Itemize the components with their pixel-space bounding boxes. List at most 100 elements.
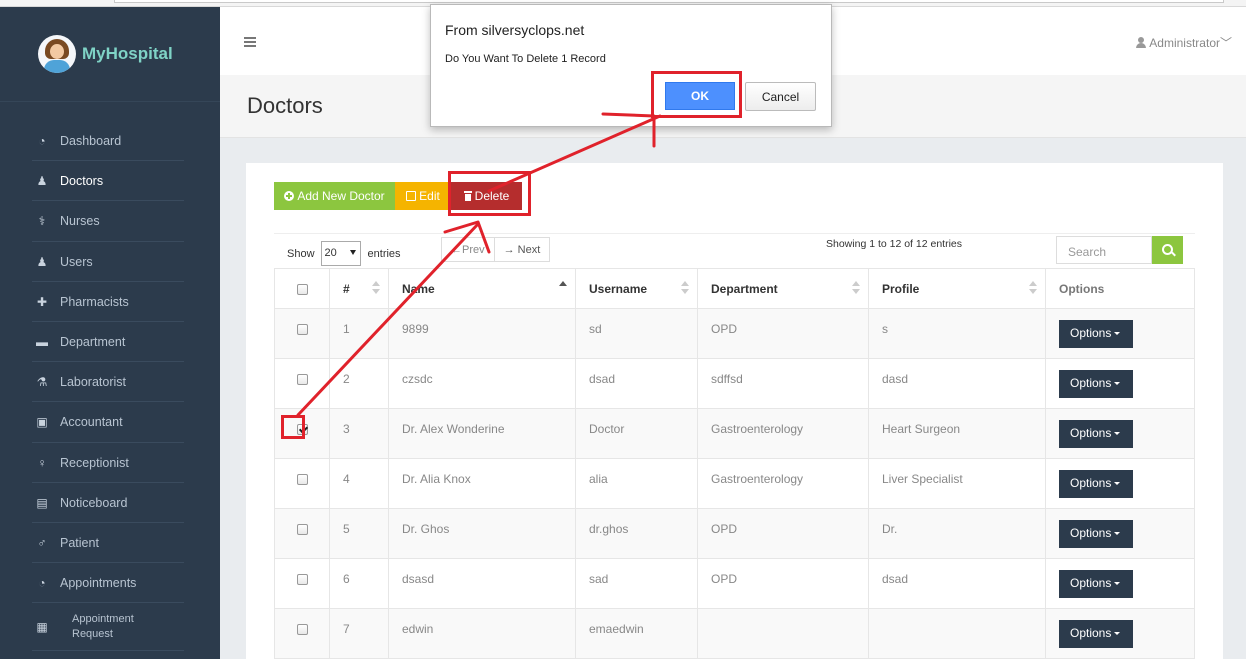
sidebar-item-receptionist[interactable]: ♀ Receptionist: [0, 443, 220, 483]
edit-button[interactable]: Edit: [395, 182, 451, 210]
delete-button[interactable]: Delete: [451, 182, 522, 210]
dashboard-icon: ◔: [38, 134, 46, 149]
options-label: Options: [1070, 426, 1112, 440]
row-checkbox[interactable]: [296, 324, 308, 336]
caret-down-icon: [1114, 382, 1121, 385]
row-select-cell: [274, 358, 330, 409]
doctors-table: # Name Username Department Profile Optio…: [274, 268, 1195, 659]
table-row[interactable]: 1 9899 sd OPD s Options: [274, 308, 1195, 359]
select-all-cell: [274, 268, 330, 309]
col-profile[interactable]: Profile: [868, 268, 1046, 309]
dashboard-icon: ◔: [38, 576, 46, 591]
sidebar-item-appointment-request[interactable]: ▦ Appointment Request: [0, 603, 220, 652]
sort-icon: [681, 281, 689, 295]
cancel-button[interactable]: Cancel: [745, 82, 816, 111]
options-dropdown-button[interactable]: Options: [1059, 420, 1133, 448]
col-name[interactable]: Name: [388, 268, 576, 309]
options-dropdown-button[interactable]: Options: [1059, 570, 1133, 598]
sidebar-menu: ◔ Dashboard ♟ Doctors ⚕ Nurses ♟ Users ✚ Pharmaci…: [0, 102, 220, 652]
options-label: Options: [1070, 576, 1112, 590]
hamburger-menu-icon[interactable]: [244, 37, 256, 47]
options-dropdown-button[interactable]: Options: [1059, 470, 1133, 498]
next-button[interactable]: → Next: [494, 237, 551, 262]
edit-button-label: Edit: [419, 189, 440, 203]
sidebar-item-noticeboard[interactable]: ▤ Noticeboard: [0, 483, 220, 524]
select-all-checkbox[interactable]: [296, 283, 308, 295]
cell-username: sd: [575, 308, 698, 359]
row-select-cell: [274, 408, 330, 459]
cell-profile: s: [868, 308, 1046, 359]
sidebar-item-doctors[interactable]: ♟ Doctors: [0, 161, 220, 202]
sidebar-item-label: Appointment Request: [72, 613, 134, 641]
dialog-origin: From silversyclops.net: [445, 22, 585, 38]
user-menu[interactable]: Administrator﹀: [1136, 34, 1232, 51]
sidebar-item-patient[interactable]: ♂ Patient: [0, 523, 220, 564]
search-input[interactable]: Search: [1056, 236, 1152, 264]
options-dropdown-button[interactable]: Options: [1059, 320, 1133, 348]
sidebar-item-users[interactable]: ♟ Users: [0, 242, 220, 282]
cell-department: Gastroenterology: [697, 408, 869, 459]
col-profile-label: Profile: [882, 281, 920, 296]
row-checkbox[interactable]: [296, 574, 308, 586]
female-icon: ♀: [37, 455, 47, 470]
table-header-row: # Name Username Department Profile Optio…: [274, 268, 1195, 309]
cell-department: [697, 608, 869, 659]
col-department[interactable]: Department: [697, 268, 869, 309]
table-row[interactable]: 5 Dr. Ghos dr.ghos OPD Dr. Options: [274, 508, 1195, 559]
row-checkbox[interactable]: [296, 424, 308, 436]
edit-icon: [406, 191, 417, 201]
cell-name: Dr. Alia Knox: [388, 458, 576, 509]
add-new-doctor-button[interactable]: Add New Doctor: [274, 182, 395, 210]
sidebar-item-department[interactable]: ▬ Department: [0, 322, 220, 363]
table-row[interactable]: 3 Dr. Alex Wonderine Doctor Gastroenterolog…: [274, 408, 1195, 459]
row-checkbox[interactable]: [296, 474, 308, 486]
sidebar-item-label: Patient: [60, 535, 99, 550]
sort-icon: [852, 281, 860, 295]
row-checkbox[interactable]: [296, 374, 308, 386]
options-dropdown-button[interactable]: Options: [1059, 620, 1133, 648]
plus-circle-icon: [284, 191, 295, 201]
sidebar-item-nurses[interactable]: ⚕ Nurses: [0, 201, 220, 242]
options-label: Options: [1070, 476, 1112, 490]
sidebar-item-label: Users: [60, 254, 93, 269]
sidebar-item-accountant[interactable]: ▣ Accountant: [0, 402, 220, 443]
ok-button[interactable]: OK: [665, 82, 735, 110]
cell-options: Options: [1045, 408, 1195, 459]
options-dropdown-button[interactable]: Options: [1059, 370, 1133, 398]
user-icon: ♟: [36, 174, 48, 189]
chevron-down-icon: ﹀: [1219, 36, 1232, 50]
sort-icon: [1029, 281, 1037, 295]
row-checkbox[interactable]: [296, 524, 308, 536]
table-row[interactable]: 6 dsasd sad OPD dsad Options: [274, 558, 1195, 609]
col-number-label: #: [343, 281, 350, 296]
sidebar-item-laboratorist[interactable]: ⚗ Laboratorist: [0, 362, 220, 403]
trash-icon: [463, 191, 472, 201]
cell-username: dr.ghos: [575, 508, 698, 559]
sidebar-item-label: Doctors: [60, 174, 104, 189]
search-box: Search: [1056, 236, 1183, 264]
address-bar[interactable]: [114, 0, 1224, 3]
cell-username: sad: [575, 558, 698, 609]
money-icon: ▣: [36, 415, 48, 430]
table-row[interactable]: 7 edwin emaedwin Options: [274, 608, 1195, 659]
options-dropdown-button[interactable]: Options: [1059, 520, 1133, 548]
search-button[interactable]: [1152, 236, 1183, 264]
cell-number: 5: [329, 508, 389, 559]
doctors-panel: Add New Doctor Edit Delete Show 20 entri…: [246, 163, 1223, 659]
file-icon: ▤: [36, 495, 48, 510]
page-size-select[interactable]: 20: [320, 241, 361, 266]
row-checkbox[interactable]: [296, 624, 308, 636]
sidebar-item-pharmacists[interactable]: ✚ Pharmacists: [0, 282, 220, 323]
cell-options: Options: [1045, 608, 1195, 659]
entries-label: entries: [367, 247, 401, 260]
col-username[interactable]: Username: [575, 268, 698, 309]
cell-name: Dr. Alex Wonderine: [388, 408, 576, 459]
sidebar-item-dashboard[interactable]: ◔ Dashboard: [0, 121, 220, 162]
table-row[interactable]: 4 Dr. Alia Knox alia Gastroenterology Liver …: [274, 458, 1195, 509]
prev-button[interactable]: ←Prev: [441, 237, 495, 262]
brand[interactable]: MyHospital: [0, 7, 220, 102]
col-number[interactable]: #: [329, 268, 389, 309]
sidebar-item-appointments[interactable]: ◔ Appointments: [0, 563, 220, 604]
table-row[interactable]: 2 czsdc dsad sdffsd dasd Options: [274, 358, 1195, 409]
row-select-cell: [274, 558, 330, 609]
